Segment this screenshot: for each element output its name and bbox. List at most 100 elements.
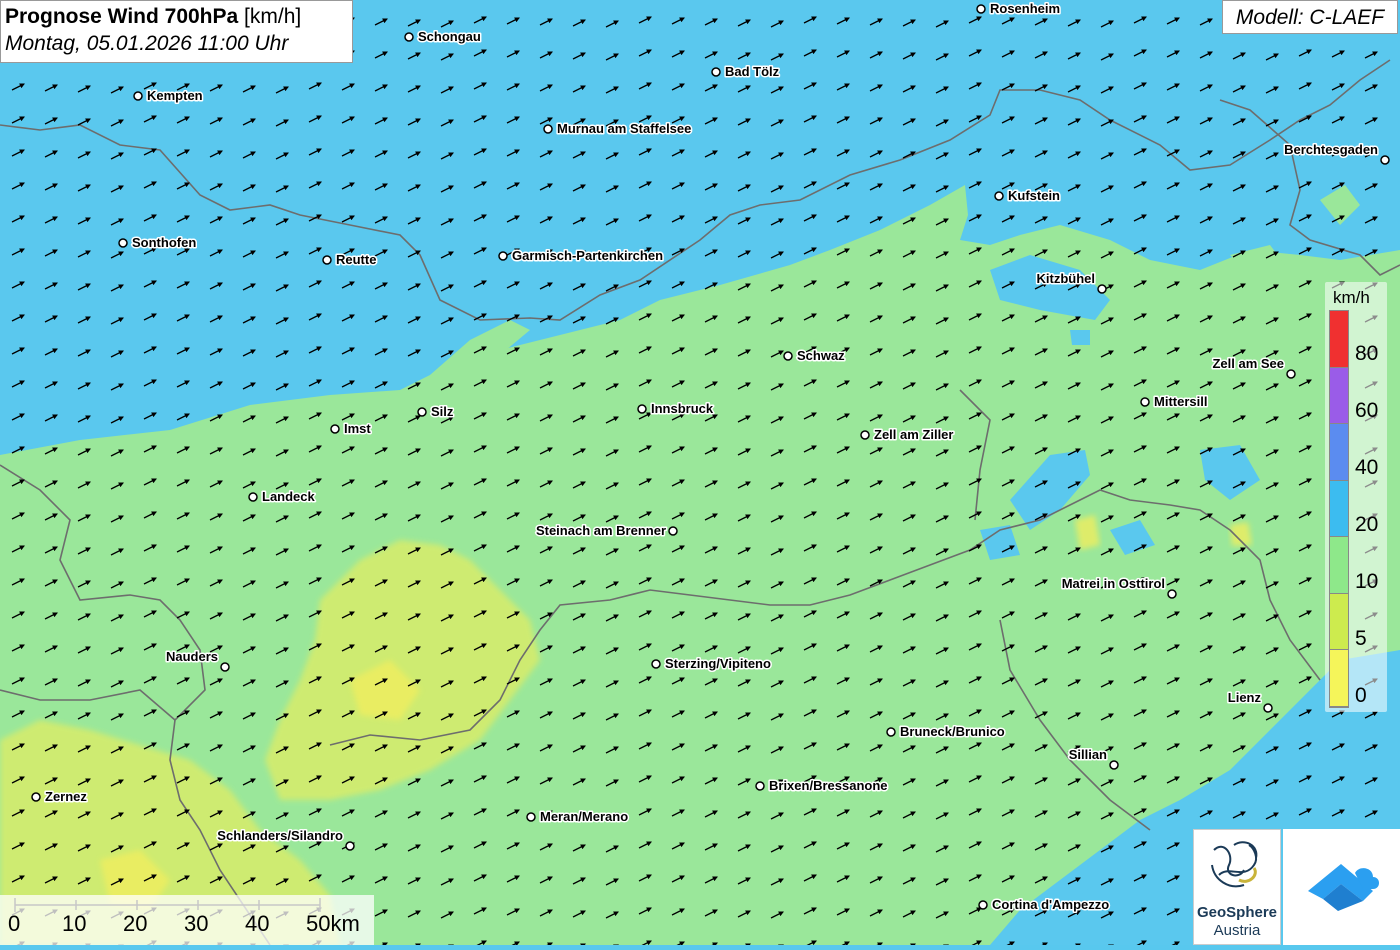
- scalebar-label: 20: [123, 911, 148, 936]
- city-dot: [345, 841, 355, 851]
- legend-tick-label: 0: [1355, 684, 1367, 707]
- title-unit: [km/h]: [244, 5, 302, 28]
- city-label: Nauders: [166, 649, 218, 664]
- city-label: Kufstein: [1008, 188, 1060, 203]
- city-label: Zell am See: [1212, 356, 1284, 371]
- scalebar-label: 10: [62, 911, 87, 936]
- legend-color-step: [1330, 537, 1348, 594]
- city-label: Kitzbühel: [1037, 271, 1096, 286]
- city-dot: [330, 424, 340, 434]
- title-box: Prognose Wind 700hPa [km/h] Montag, 05.0…: [0, 0, 353, 63]
- legend-tick-label: 40: [1355, 456, 1379, 479]
- geosphere-logo[interactable]: GeoSphere Austria: [1193, 829, 1281, 945]
- city-label: Steinach am Brenner: [536, 523, 666, 538]
- city-dot: [1140, 397, 1150, 407]
- city-dot: [783, 351, 793, 361]
- wind-map[interactable]: Rosenheim Schongau Bad Tölz Kempten Murnau a…: [0, 0, 1400, 945]
- city-label: Garmisch-Partenkirchen: [512, 248, 663, 263]
- wind-zone-blue-island: [1070, 330, 1090, 345]
- scalebar-label: 0: [8, 911, 21, 936]
- city-dot: [637, 404, 647, 414]
- weather-app-logo[interactable]: [1283, 829, 1400, 945]
- city-label: Berchtesgaden: [1284, 142, 1378, 157]
- city-dot: [1167, 589, 1177, 599]
- forecast-datetime: Montag, 05.01.2026 11:00 Uhr: [5, 32, 289, 55]
- city-dot: [1109, 760, 1119, 770]
- city-label: Zell am Ziller: [874, 427, 953, 442]
- city-label: Imst: [344, 421, 371, 436]
- city-label: Kempten: [147, 88, 203, 103]
- city-label: Lienz: [1228, 690, 1262, 705]
- city-dot: [978, 900, 988, 910]
- city-label: Sillian: [1069, 747, 1107, 762]
- legend-tick-label: 20: [1355, 513, 1379, 536]
- color-legend: km/h 80 60 40 20 10 5 0: [1325, 282, 1387, 712]
- city-dot: [755, 781, 765, 791]
- city-dot: [118, 238, 128, 248]
- city-dot: [1097, 284, 1107, 294]
- city-dot: [417, 407, 427, 417]
- city-dot: [860, 430, 870, 440]
- legend-color-step: [1330, 424, 1348, 481]
- map-title: Prognose Wind 700hPa [km/h]: [5, 4, 348, 30]
- city-label: Matrei in Osttirol: [1062, 576, 1165, 591]
- legend-tick-label: 60: [1355, 399, 1379, 422]
- legend-tick-label: 80: [1355, 342, 1379, 365]
- scalebar-label: 50km: [306, 911, 360, 936]
- legend-color-step: [1330, 593, 1348, 651]
- city-dot: [543, 124, 553, 134]
- city-dot: [668, 526, 678, 536]
- city-label: Cortina d'Ampezzo: [992, 897, 1109, 912]
- logo-subtitle: Austria: [1213, 922, 1261, 939]
- city-label: Bruneck/Brunico: [900, 724, 1005, 739]
- city-dot: [994, 191, 1004, 201]
- city-label: Brixen/Bressanone: [769, 778, 888, 793]
- city-dot: [1286, 369, 1296, 379]
- city-label: Sterzing/Vipiteno: [665, 656, 771, 671]
- cloud-arrow-icon: [1308, 864, 1379, 911]
- city-label: Landeck: [262, 489, 316, 504]
- scalebar-label: 30: [184, 911, 209, 936]
- legend-tick-label: 5: [1355, 627, 1367, 650]
- city-label: Rosenheim: [990, 1, 1060, 16]
- city-dot: [498, 251, 508, 261]
- city-label: Schwaz: [797, 348, 845, 363]
- city-dot: [220, 662, 230, 672]
- city-dot: [886, 727, 896, 737]
- city-dot: [322, 255, 332, 265]
- city-label: Meran/Merano: [540, 809, 628, 824]
- city-label: Murnau am Staffelsee: [557, 121, 691, 136]
- legend-color-step: [1330, 650, 1348, 707]
- city-dot: [404, 32, 414, 42]
- legend-color-step: [1330, 367, 1348, 425]
- legend-tick-label: 10: [1355, 570, 1379, 593]
- city-dot: [976, 4, 986, 14]
- scalebar-label: 40: [245, 911, 270, 936]
- city-label: Bad Tölz: [725, 64, 780, 79]
- city-dot: [1380, 155, 1390, 165]
- city-dot: [248, 492, 258, 502]
- city-label: Schlanders/Silandro: [217, 828, 343, 843]
- city-label: Sonthofen: [132, 235, 196, 250]
- city-dot: [526, 812, 536, 822]
- title-main: Prognose Wind 700hPa: [5, 5, 239, 28]
- legend-unit: km/h: [1333, 288, 1370, 307]
- city-dot: [711, 67, 721, 77]
- city-dot: [651, 659, 661, 669]
- city-label: Mittersill: [1154, 394, 1207, 409]
- legend-color-bar: [1329, 310, 1349, 708]
- model-label: Modell: C-LAEF: [1222, 0, 1398, 34]
- geosphere-emblem-icon: [1211, 841, 1258, 888]
- logo-name: GeoSphere: [1196, 904, 1278, 921]
- scalebar: 0 10 20 30 40 50km: [0, 895, 374, 945]
- city-label: Schongau: [418, 29, 481, 44]
- legend-color-step: [1330, 311, 1348, 368]
- city-label: Innsbruck: [651, 401, 714, 416]
- city-dot: [31, 792, 41, 802]
- city-label: Zernez: [45, 789, 87, 804]
- city-label: Reutte: [336, 252, 376, 267]
- city-dot: [133, 91, 143, 101]
- city-label: Silz: [431, 404, 454, 419]
- city-dot: [1263, 703, 1273, 713]
- legend-color-step: [1330, 480, 1348, 538]
